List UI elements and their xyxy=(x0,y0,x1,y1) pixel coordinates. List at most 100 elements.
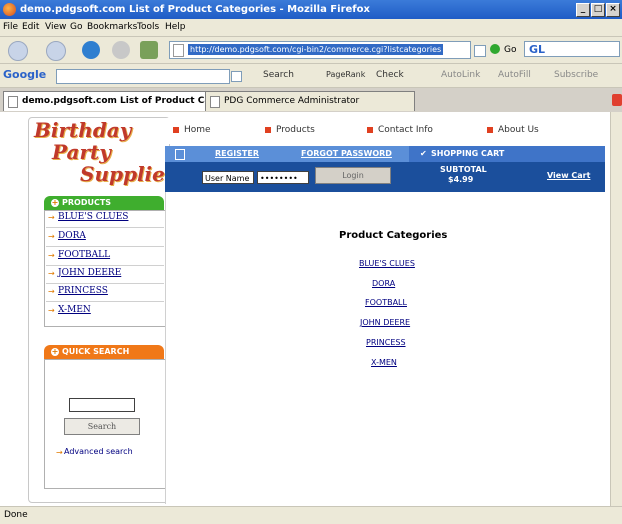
bullet-icon xyxy=(173,126,179,133)
google-search-input[interactable] xyxy=(56,69,230,84)
google-search-button[interactable]: Search xyxy=(263,70,294,80)
logo-line-2: Party xyxy=(52,140,111,164)
nav-about-label: About Us xyxy=(498,125,539,135)
status-text: Done xyxy=(4,510,28,520)
vertical-scrollbar[interactable] xyxy=(610,112,622,506)
bullet-arrow-icon: → xyxy=(48,232,55,241)
menu-help[interactable]: Help xyxy=(165,22,186,32)
logo-line-3: Supplies xyxy=(80,162,177,186)
google-toolbar: Google Search PageRank Check AutoLink Au… xyxy=(0,64,622,88)
tab-pdg-admin[interactable]: PDG Commerce Administrator xyxy=(205,91,415,111)
home-icon[interactable] xyxy=(140,41,158,59)
tab-bar: demo.pdgsoft.com List of Product Ca... P… xyxy=(0,88,622,113)
stop-icon[interactable] xyxy=(112,41,130,59)
check-button[interactable]: Check xyxy=(376,70,404,80)
nav-about-us[interactable]: About Us xyxy=(487,125,539,135)
quick-search-heading: + QUICK SEARCH xyxy=(44,345,164,359)
status-bar: Done xyxy=(0,506,622,524)
go-button[interactable]: Go xyxy=(504,45,516,55)
close-button[interactable]: × xyxy=(606,3,620,17)
forgot-password-link[interactable]: FORGOT PASSWORD xyxy=(301,149,392,158)
go-icon[interactable] xyxy=(490,44,500,54)
store-logo[interactable]: Birthday Party Supplies xyxy=(30,118,176,190)
category-link-x-men[interactable]: X-MEN xyxy=(371,358,397,367)
autolink-button[interactable]: AutoLink xyxy=(441,70,480,80)
bullet-arrow-icon: → xyxy=(48,287,55,296)
nav-products-label: Products xyxy=(276,125,315,135)
tab-label: demo.pdgsoft.com List of Product Ca... xyxy=(22,96,206,106)
category-link-dora[interactable]: DORA xyxy=(372,279,395,288)
nav-home[interactable]: Home xyxy=(173,125,211,135)
nav-products[interactable]: Products xyxy=(265,125,315,135)
product-link-blues-clues[interactable]: BLUE'S CLUES xyxy=(58,212,128,222)
product-link-john-deere[interactable]: JOHN DEERE xyxy=(58,268,121,278)
nav-contact-label: Contact Info xyxy=(378,125,433,135)
autofill-button[interactable]: AutoFill xyxy=(498,70,531,80)
quick-search-button[interactable]: Search xyxy=(64,418,140,435)
quick-search-input[interactable] xyxy=(69,398,135,412)
search-box[interactable]: GL xyxy=(524,41,620,57)
bullet-icon xyxy=(265,126,271,133)
subscribe-button[interactable]: Subscribe xyxy=(554,70,598,80)
menu-bar: File Edit View Go Bookmarks Tools Help xyxy=(0,19,622,37)
advanced-search-link[interactable]: Advanced search xyxy=(64,447,133,456)
register-link[interactable]: REGISTER xyxy=(215,149,259,158)
login-bar: User Name •••••••• Login SUBTOTAL $4.99 … xyxy=(165,162,605,192)
category-link-john-deere[interactable]: JOHN DEERE xyxy=(360,318,410,327)
menu-tools[interactable]: Tools xyxy=(137,22,159,32)
url-bar[interactable]: http://demo.pdgsoft.com/cgi-bin2/commerc… xyxy=(169,41,471,59)
back-icon[interactable] xyxy=(8,41,28,61)
username-input[interactable]: User Name xyxy=(202,171,254,184)
subtotal-value: $4.99 xyxy=(448,175,474,184)
menu-go[interactable]: Go xyxy=(70,22,82,32)
bullet-arrow-icon: → xyxy=(56,448,63,457)
bullet-arrow-icon: → xyxy=(48,213,55,222)
shopping-cart-label: SHOPPING CART xyxy=(431,149,505,158)
menu-edit[interactable]: Edit xyxy=(22,22,39,32)
firefox-icon xyxy=(3,3,16,16)
page-icon xyxy=(173,44,184,57)
title-bar: demo.pdgsoft.com List of Product Categor… xyxy=(0,0,622,19)
category-link-football[interactable]: FOOTBALL xyxy=(365,298,407,307)
menu-bookmarks[interactable]: Bookmarks xyxy=(87,22,137,32)
nav-contact-info[interactable]: Contact Info xyxy=(367,125,433,135)
close-tab-icon[interactable] xyxy=(612,94,622,106)
password-input[interactable]: •••••••• xyxy=(257,171,309,184)
subtotal-label: SUBTOTAL xyxy=(440,165,487,174)
login-button[interactable]: Login xyxy=(315,167,391,184)
maximize-button[interactable]: □ xyxy=(591,3,605,17)
quick-search-heading-text: QUICK SEARCH xyxy=(62,347,130,356)
window-title: demo.pdgsoft.com List of Product Categor… xyxy=(20,4,370,15)
navigation-toolbar: http://demo.pdgsoft.com/cgi-bin2/commerc… xyxy=(0,37,622,64)
user-icon xyxy=(175,149,185,160)
divider xyxy=(46,301,164,302)
menu-view[interactable]: View xyxy=(45,22,66,32)
category-link-blues-clues[interactable]: BLUE'S CLUES xyxy=(359,259,415,268)
product-link-x-men[interactable]: X-MEN xyxy=(58,305,91,315)
pagerank-indicator[interactable]: PageRank xyxy=(326,70,365,79)
forward-icon[interactable] xyxy=(46,41,66,61)
tab-product-categories[interactable]: demo.pdgsoft.com List of Product Ca... xyxy=(3,91,206,111)
google-logo[interactable]: Google xyxy=(3,68,46,81)
bullet-arrow-icon: → xyxy=(48,306,55,315)
bullet-icon xyxy=(367,126,373,133)
nav-home-label: Home xyxy=(184,125,211,135)
account-bar: REGISTER FORGOT PASSWORD ✔ SHOPPING CART xyxy=(165,146,605,162)
url-dropdown-icon[interactable] xyxy=(474,45,486,57)
product-link-football[interactable]: FOOTBALL xyxy=(58,250,110,260)
cart-icon: ✔ xyxy=(420,149,427,158)
bullet-arrow-icon: → xyxy=(48,251,55,260)
google-dropdown-icon[interactable] xyxy=(231,71,242,82)
products-heading-text: PRODUCTS xyxy=(62,198,112,207)
reload-icon[interactable] xyxy=(82,41,100,59)
bullet-icon xyxy=(487,126,493,133)
product-link-princess[interactable]: PRINCESS xyxy=(58,286,108,296)
view-cart-link[interactable]: View Cart xyxy=(547,171,590,180)
product-link-dora[interactable]: DORA xyxy=(58,231,86,241)
top-navigation: Home Products Contact Info About Us xyxy=(165,118,605,144)
category-link-princess[interactable]: PRINCESS xyxy=(366,338,406,347)
url-text: http://demo.pdgsoft.com/cgi-bin2/commerc… xyxy=(188,44,444,55)
minimize-button[interactable]: _ xyxy=(576,3,590,17)
bullet-arrow-icon: → xyxy=(48,269,55,278)
menu-file[interactable]: File xyxy=(3,22,18,32)
